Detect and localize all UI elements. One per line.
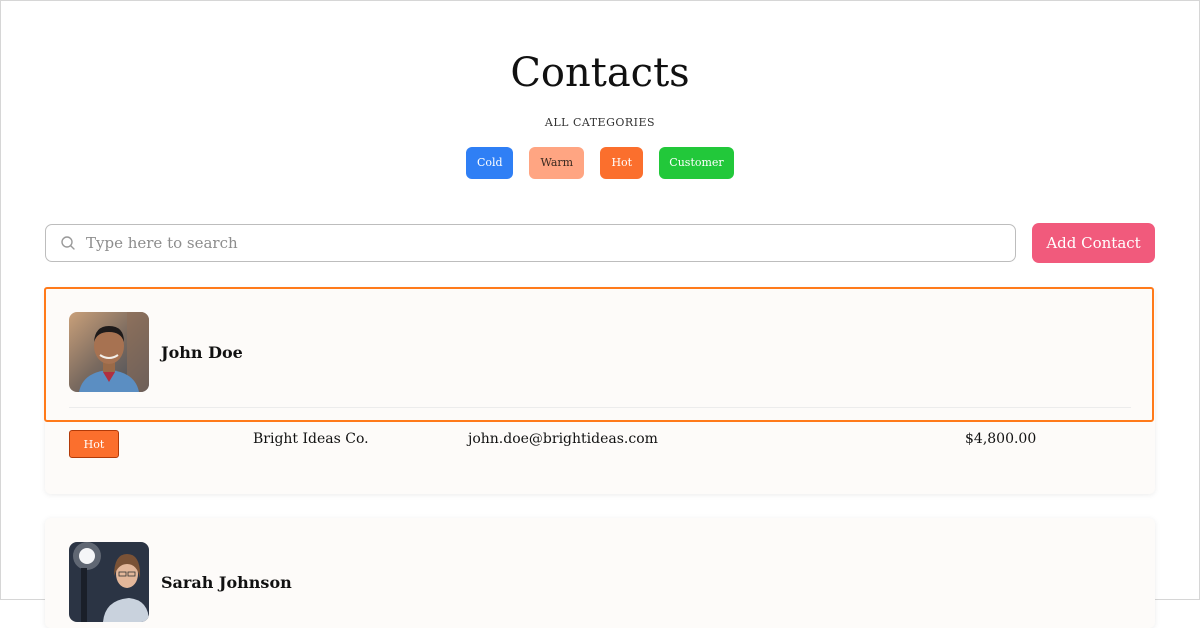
category-chip-warm[interactable]: Warm [529,147,585,179]
contact-header: John Doe [69,312,243,392]
contact-name: Sarah Johnson [161,572,292,592]
avatar [69,312,149,392]
page-title: Contacts [510,50,690,96]
deal-amount: $4,800.00 [965,431,1037,447]
contact-name: John Doe [161,342,243,362]
contact-card[interactable]: John Doe Hot Bright Ideas Co. john.doe@b… [45,288,1155,494]
search-box[interactable] [45,224,1016,262]
category-badge: Hot [69,430,119,458]
search-icon [60,235,76,251]
add-contact-button[interactable]: Add Contact [1032,223,1155,263]
contact-card[interactable]: Sarah Johnson [45,518,1155,628]
category-filter: Cold Warm Hot Customer [0,147,1200,179]
avatar [69,542,149,622]
contact-header: Sarah Johnson [69,542,292,622]
category-chip-customer[interactable]: Customer [659,147,734,179]
category-chip-hot[interactable]: Hot [600,147,644,179]
search-input[interactable] [84,233,1015,253]
email-address: john.doe@brightideas.com [468,431,658,447]
categories-heading: ALL CATEGORIES [544,116,656,129]
divider [69,407,1131,408]
category-chip-cold[interactable]: Cold [466,147,514,179]
company-name: Bright Ideas Co. [253,431,369,447]
